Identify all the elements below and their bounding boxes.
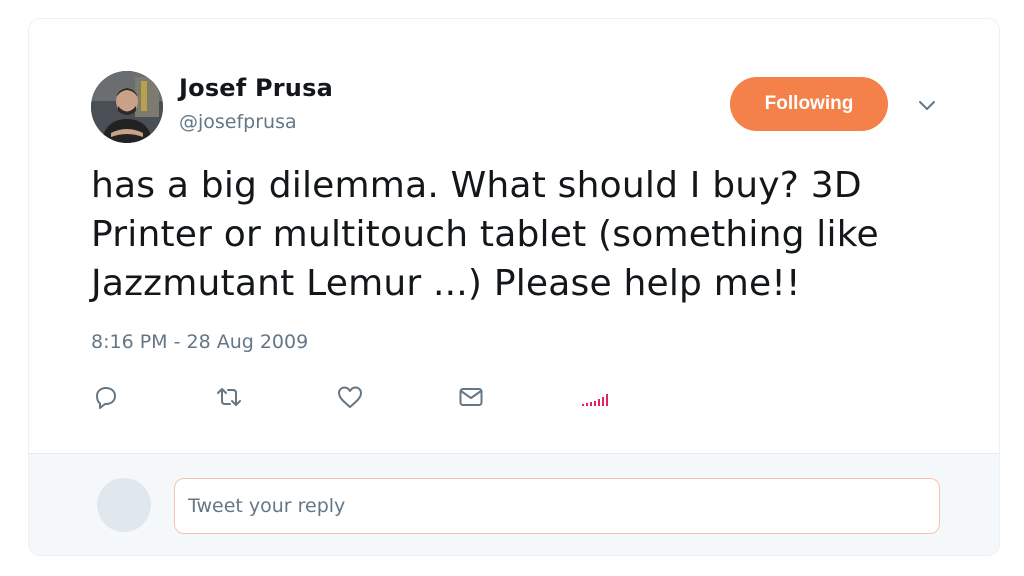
direct-message-icon[interactable] [457, 383, 485, 411]
reply-icon[interactable] [92, 383, 120, 411]
chevron-down-icon[interactable] [915, 93, 939, 117]
tweet-timestamp[interactable]: 8:16 PM - 28 Aug 2009 [91, 331, 308, 353]
author-handle[interactable]: @josefprusa [179, 111, 297, 133]
following-button[interactable]: Following [730, 77, 888, 131]
tweet-text: has a big dilemma. What should I buy? 3D… [91, 165, 879, 304]
reply-area [29, 453, 999, 555]
retweet-icon[interactable] [215, 383, 243, 411]
author-name[interactable]: Josef Prusa [179, 74, 333, 102]
analytics-icon[interactable] [581, 383, 609, 411]
author-avatar[interactable] [91, 71, 163, 143]
tweet-card: Josef Prusa @josefprusa Following has a … [28, 18, 1000, 556]
like-icon[interactable] [336, 383, 364, 411]
reply-avatar [97, 478, 151, 532]
author-photo [91, 71, 163, 143]
reply-input[interactable] [174, 478, 940, 534]
